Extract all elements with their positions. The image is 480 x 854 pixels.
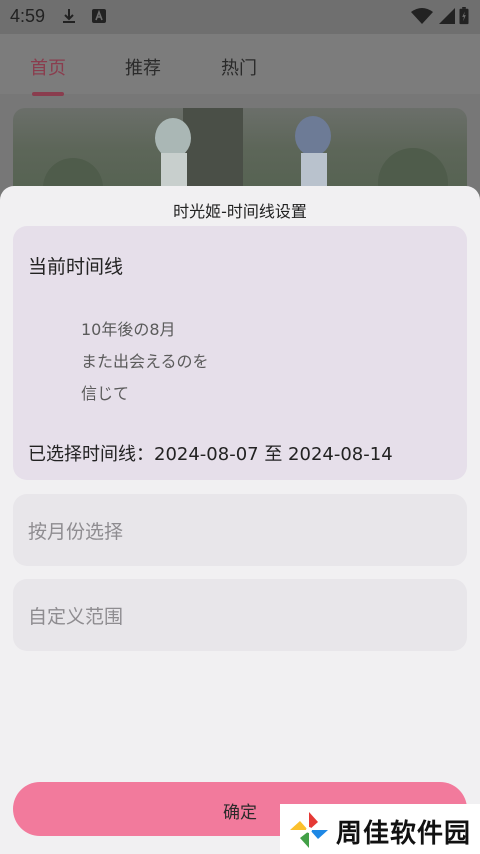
watermark-logo-icon [290, 812, 328, 848]
battery-icon [459, 7, 469, 25]
custom-range-option[interactable]: 自定义范围 [13, 579, 467, 651]
select-by-month-option[interactable]: 按月份选择 [13, 494, 467, 566]
current-timeline-card: 当前时间线 10年後の8月 また出会えるのを 信じて 已选择时间线：2024-0… [13, 226, 467, 480]
watermark-text: 周佳软件园 [336, 819, 472, 849]
tab-bar: 首页 推荐 热门 [0, 34, 480, 94]
select-by-month-label: 按月份选择 [28, 521, 124, 543]
sheet-title: 时光姬-时间线设置 [173, 202, 307, 221]
app-notification-icon [92, 9, 106, 23]
quote-line: 10年後の8月 [81, 320, 176, 339]
tab-recommend[interactable]: 推荐 [125, 54, 161, 80]
quote-line: 信じて [81, 384, 130, 403]
selected-timeline-range: 已选择时间线：2024-08-07 至 2024-08-14 [28, 444, 393, 465]
tab-home[interactable]: 首页 [30, 54, 66, 80]
signal-icon [439, 8, 455, 24]
timeline-settings-sheet: 时光姬-时间线设置 当前时间线 10年後の8月 また出会えるのを 信じて 已选择… [0, 186, 480, 854]
custom-range-label: 自定义范围 [28, 606, 124, 628]
timeline-quote: 10年後の8月 また出会えるのを 信じて [81, 314, 209, 410]
status-time: 4:59 [10, 6, 46, 26]
watermark: 周佳软件园 [280, 804, 480, 854]
quote-line: また出会えるのを [81, 352, 209, 371]
download-icon [63, 9, 75, 23]
wifi-icon [411, 8, 433, 24]
current-timeline-heading: 当前时间线 [28, 256, 124, 278]
tab-indicator [32, 92, 64, 96]
tab-hot[interactable]: 热门 [221, 54, 257, 80]
status-bar: 4:59 [0, 0, 480, 34]
